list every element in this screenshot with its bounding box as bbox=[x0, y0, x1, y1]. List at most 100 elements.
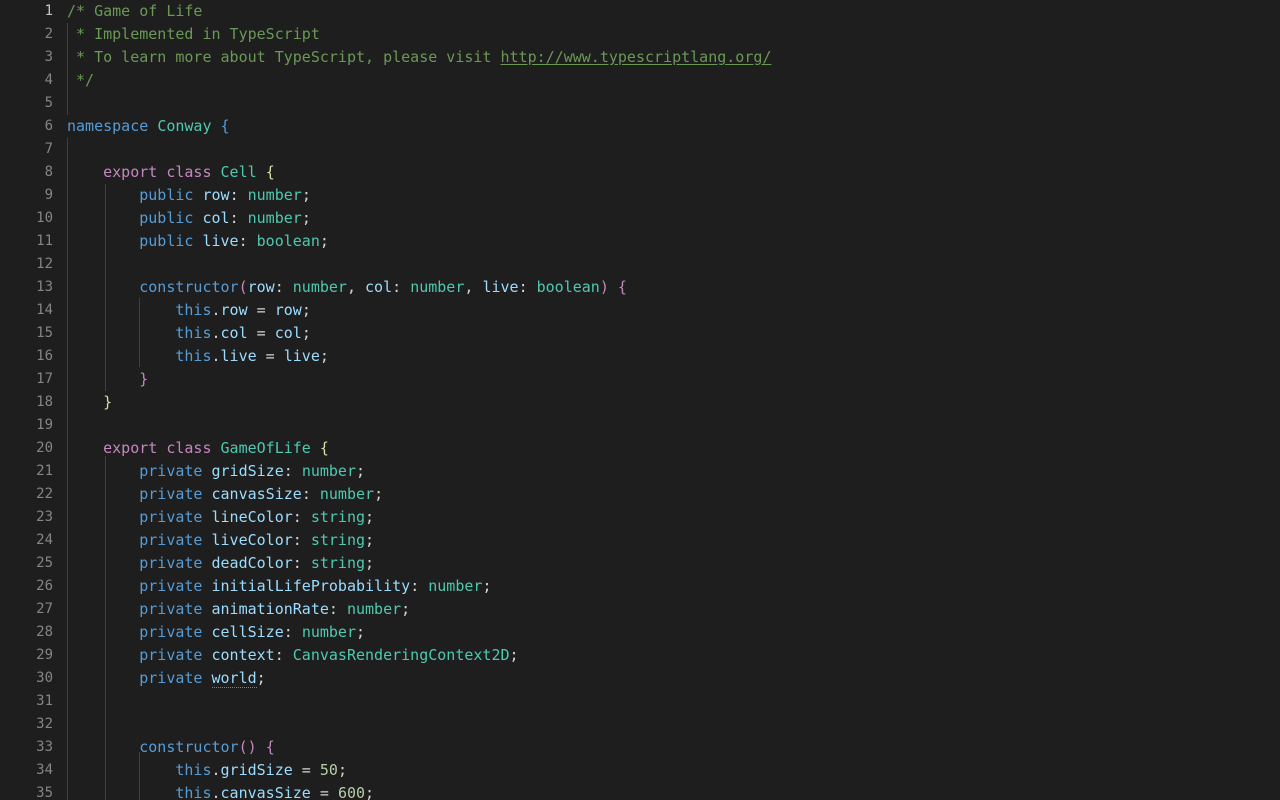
token-this: this bbox=[175, 347, 212, 365]
token-namespace-name: Conway bbox=[157, 117, 212, 135]
code-line-18[interactable]: } bbox=[67, 391, 112, 414]
token-property: live bbox=[220, 347, 257, 365]
code-line-8[interactable]: export class Cell { bbox=[67, 161, 275, 184]
token-number: 50 bbox=[319, 761, 338, 779]
token-param: row bbox=[247, 278, 275, 296]
line-number-6[interactable]: 6 bbox=[3, 115, 53, 138]
token-modifier: public bbox=[139, 209, 194, 227]
code-line-26[interactable]: private initialLifeProbability: number; bbox=[67, 575, 491, 598]
code-line-25[interactable]: private deadColor: string; bbox=[67, 552, 374, 575]
token-modifier: private bbox=[139, 623, 203, 641]
line-number-15[interactable]: 15 bbox=[3, 322, 53, 345]
code-line-16[interactable]: this.live = live; bbox=[67, 345, 329, 368]
code-line-13[interactable]: constructor(row: number, col: number, li… bbox=[67, 276, 627, 299]
code-line-22[interactable]: private canvasSize: number; bbox=[67, 483, 383, 506]
code-line-29[interactable]: private context: CanvasRenderingContext2… bbox=[67, 644, 518, 667]
token-property: gridSize bbox=[211, 462, 284, 480]
token-type: string bbox=[310, 508, 366, 526]
line-number-30[interactable]: 30 bbox=[3, 667, 53, 690]
code-line-33[interactable]: constructor() { bbox=[67, 736, 274, 759]
line-number-16[interactable]: 16 bbox=[3, 345, 53, 368]
code-line-28[interactable]: private cellSize: number; bbox=[67, 621, 365, 644]
comment-url-link[interactable]: http://www.typescriptlang.org/ bbox=[500, 48, 771, 66]
code-line-11[interactable]: public live: boolean; bbox=[67, 230, 329, 253]
token-keyword-export: export bbox=[103, 163, 158, 181]
token-type: number bbox=[428, 577, 483, 595]
line-number-24[interactable]: 24 bbox=[3, 529, 53, 552]
code-editor[interactable]: /* Game of Life * Implemented in TypeScr… bbox=[0, 0, 1280, 800]
line-number-2[interactable]: 2 bbox=[3, 23, 53, 46]
line-number-10[interactable]: 10 bbox=[3, 207, 53, 230]
token-property: lineColor bbox=[211, 508, 293, 526]
token-property: deadColor bbox=[211, 554, 293, 572]
code-line-23[interactable]: private lineColor: string; bbox=[67, 506, 374, 529]
token-modifier: public bbox=[139, 232, 194, 250]
token-type: number bbox=[346, 600, 402, 618]
code-line-1[interactable]: /* Game of Life bbox=[67, 0, 202, 23]
code-line-4[interactable]: */ bbox=[67, 69, 94, 92]
line-number-23[interactable]: 23 bbox=[3, 506, 53, 529]
line-number-7[interactable]: 7 bbox=[3, 138, 53, 161]
token-type: string bbox=[310, 531, 366, 549]
line-number-9[interactable]: 9 bbox=[3, 184, 53, 207]
code-line-2[interactable]: * Implemented in TypeScript bbox=[67, 23, 320, 46]
token-comment: */ bbox=[67, 71, 95, 89]
code-line-34[interactable]: this.gridSize = 50; bbox=[67, 759, 347, 782]
code-line-21[interactable]: private gridSize: number; bbox=[67, 460, 365, 483]
code-line-17[interactable]: } bbox=[67, 368, 148, 391]
code-line-15[interactable]: this.col = col; bbox=[67, 322, 310, 345]
line-number-gutter[interactable]: 1 2 3 4 5 6 7 8 9 10 11 12 13 14 15 16 17 18 19 20 21 22 23 24 2… bbox=[0, 0, 62, 800]
code-line-14[interactable]: this.row = row; bbox=[67, 299, 310, 322]
line-number-11[interactable]: 11 bbox=[3, 230, 53, 253]
code-line-20[interactable]: export class GameOfLife { bbox=[67, 437, 329, 460]
line-number-4[interactable]: 4 bbox=[3, 69, 53, 92]
line-number-29[interactable]: 29 bbox=[3, 644, 53, 667]
token-property: col bbox=[220, 324, 248, 342]
token-type: number bbox=[247, 186, 302, 204]
token-modifier: private bbox=[139, 554, 203, 572]
line-number-20[interactable]: 20 bbox=[3, 437, 53, 460]
line-number-26[interactable]: 26 bbox=[3, 575, 53, 598]
code-line-3[interactable]: * To learn more about TypeScript, please… bbox=[67, 46, 771, 69]
line-number-18[interactable]: 18 bbox=[3, 391, 53, 414]
line-number-12[interactable]: 12 bbox=[3, 253, 53, 276]
token-type: string bbox=[310, 554, 366, 572]
code-line-9[interactable]: public row: number; bbox=[67, 184, 311, 207]
line-number-17[interactable]: 17 bbox=[3, 368, 53, 391]
token-type: number bbox=[410, 278, 465, 296]
token-modifier: private bbox=[139, 669, 203, 687]
line-number-1[interactable]: 1 bbox=[3, 0, 53, 23]
token-bracket: } bbox=[139, 370, 149, 388]
indent-guide-level-2-b bbox=[105, 456, 106, 800]
token-property: animationRate bbox=[211, 600, 329, 618]
token-property: liveColor bbox=[211, 531, 293, 549]
token-constructor: constructor bbox=[139, 738, 239, 756]
code-line-35[interactable]: this.canvasSize = 600; bbox=[67, 782, 374, 800]
token-comment: * To learn more about TypeScript, please… bbox=[67, 48, 501, 66]
line-number-21[interactable]: 21 bbox=[3, 460, 53, 483]
line-number-8[interactable]: 8 bbox=[3, 161, 53, 184]
line-number-32[interactable]: 32 bbox=[3, 713, 53, 736]
code-line-6[interactable]: namespace Conway { bbox=[67, 115, 230, 138]
line-number-35[interactable]: 35 bbox=[3, 782, 53, 800]
line-number-27[interactable]: 27 bbox=[3, 598, 53, 621]
line-number-33[interactable]: 33 bbox=[3, 736, 53, 759]
line-number-19[interactable]: 19 bbox=[3, 414, 53, 437]
token-type: number bbox=[301, 623, 356, 641]
token-modifier: private bbox=[139, 600, 203, 618]
line-number-25[interactable]: 25 bbox=[3, 552, 53, 575]
line-number-28[interactable]: 28 bbox=[3, 621, 53, 644]
line-number-14[interactable]: 14 bbox=[3, 299, 53, 322]
line-number-3[interactable]: 3 bbox=[3, 46, 53, 69]
line-number-34[interactable]: 34 bbox=[3, 759, 53, 782]
code-line-10[interactable]: public col: number; bbox=[67, 207, 311, 230]
code-line-24[interactable]: private liveColor: string; bbox=[67, 529, 374, 552]
code-content[interactable]: /* Game of Life * Implemented in TypeScr… bbox=[0, 0, 1280, 800]
line-number-5[interactable]: 5 bbox=[3, 92, 53, 115]
line-number-13[interactable]: 13 bbox=[3, 276, 53, 299]
code-line-30[interactable]: private world; bbox=[67, 667, 266, 690]
token-number: 600 bbox=[337, 784, 366, 800]
line-number-31[interactable]: 31 bbox=[3, 690, 53, 713]
line-number-22[interactable]: 22 bbox=[3, 483, 53, 506]
code-line-27[interactable]: private animationRate: number; bbox=[67, 598, 410, 621]
